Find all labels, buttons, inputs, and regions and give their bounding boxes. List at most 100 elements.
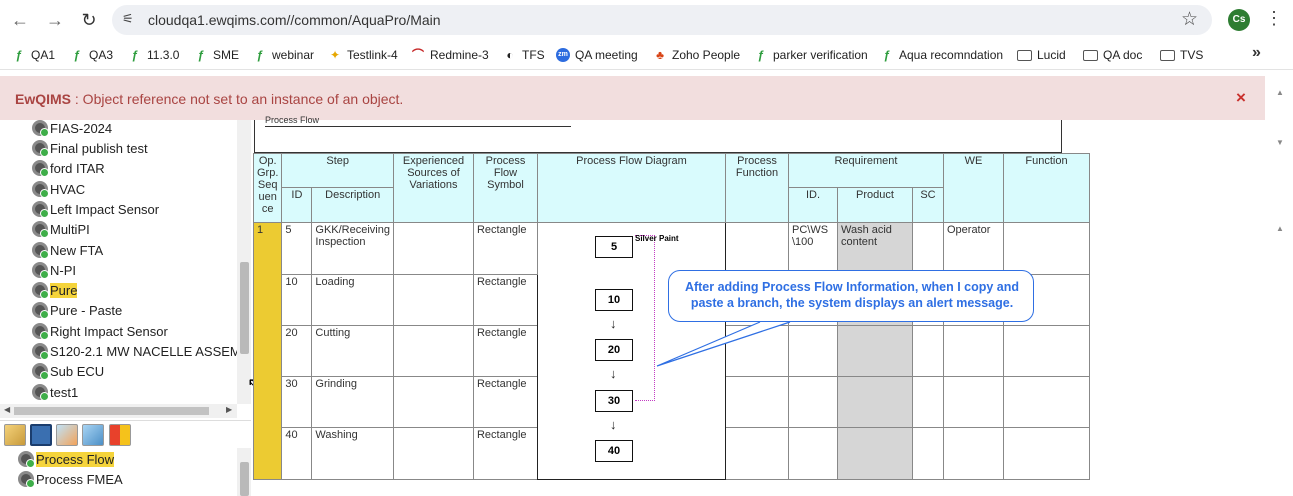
symbol-cell[interactable]: Rectangle bbox=[472, 427, 538, 480]
bookmark-sme[interactable]: ƒ SME bbox=[194, 46, 239, 64]
symbol-cell[interactable]: Rectangle bbox=[472, 274, 538, 326]
step-desc-cell[interactable]: Loading bbox=[311, 274, 394, 326]
sc-cell[interactable] bbox=[911, 427, 944, 480]
scroll-left-icon[interactable]: ◀ bbox=[4, 405, 10, 414]
step-id-cell[interactable]: 20 bbox=[281, 325, 313, 377]
step-desc-cell[interactable]: Cutting bbox=[311, 325, 394, 377]
product-cell[interactable] bbox=[836, 376, 913, 428]
tree-item[interactable]: test1 bbox=[32, 382, 78, 402]
copy-icon[interactable] bbox=[82, 424, 104, 446]
tree-horizontal-scrollbar[interactable]: ◀ ▶ bbox=[0, 404, 237, 418]
bookmark-webinar[interactable]: ƒ webinar bbox=[253, 46, 314, 64]
sc-cell[interactable] bbox=[911, 222, 944, 275]
req-id-cell[interactable] bbox=[787, 325, 838, 377]
flow-box[interactable]: 10 bbox=[595, 289, 633, 311]
close-icon[interactable]: × bbox=[1236, 88, 1246, 108]
step-id-cell[interactable]: 10 bbox=[281, 274, 313, 326]
module-list-scrollbar[interactable] bbox=[237, 448, 251, 496]
bookmark-redmine[interactable]: ⌒ Redmine-3 bbox=[411, 46, 489, 64]
req-id-cell[interactable] bbox=[787, 427, 838, 480]
bookmark-parker[interactable]: ƒ parker verification bbox=[754, 46, 868, 64]
bookmark-testlink[interactable]: ✦ Testlink-4 bbox=[328, 46, 398, 64]
flow-box[interactable]: 30 bbox=[595, 390, 633, 412]
product-cell[interactable]: Wash acid content bbox=[836, 222, 913, 275]
scroll-right-icon[interactable]: ▶ bbox=[226, 405, 232, 414]
tree-item[interactable]: S120-2.1 MW NACELLE ASSEMB bbox=[32, 341, 237, 361]
function-cell[interactable] bbox=[1002, 222, 1090, 275]
symbol-cell[interactable]: Rectangle bbox=[472, 325, 538, 377]
symbol-cell[interactable]: Rectangle bbox=[472, 222, 538, 275]
bookmark-tfs[interactable]: ◐ TFS bbox=[503, 46, 544, 64]
bookmark-zoho-people[interactable]: ♣ Zoho People bbox=[653, 46, 740, 64]
sc-cell[interactable] bbox=[911, 325, 944, 377]
process-function-cell[interactable] bbox=[724, 325, 789, 377]
process-function-cell[interactable] bbox=[724, 222, 789, 275]
scroll-up-icon[interactable]: ▲ bbox=[1276, 224, 1284, 233]
step-id-cell[interactable]: 5 bbox=[281, 222, 313, 275]
product-cell[interactable] bbox=[836, 427, 913, 480]
product-cell[interactable] bbox=[836, 325, 913, 377]
bookmark-star-icon[interactable]: ☆ bbox=[1181, 8, 1198, 31]
forward-arrow-icon[interactable]: → bbox=[45, 10, 65, 30]
bookmark-qa3[interactable]: ƒ QA3 bbox=[70, 46, 113, 64]
step-desc-cell[interactable]: GKK/Receiving Inspection bbox=[311, 222, 394, 275]
tree-item[interactable]: Sub ECU bbox=[32, 361, 104, 381]
variations-cell[interactable] bbox=[392, 376, 474, 428]
we-cell[interactable] bbox=[942, 325, 1004, 377]
page-scrollbar[interactable]: ▲ ▼ ▲ bbox=[1266, 82, 1293, 496]
scrollbar-thumb[interactable] bbox=[240, 462, 249, 496]
function-cell[interactable] bbox=[1002, 427, 1090, 480]
variations-cell[interactable] bbox=[392, 274, 474, 326]
we-cell[interactable] bbox=[942, 376, 1004, 428]
bookmark-qa-doc[interactable]: QA doc bbox=[1083, 46, 1142, 64]
edit-icon[interactable] bbox=[4, 424, 26, 446]
reload-icon[interactable]: ↻ bbox=[79, 10, 99, 30]
profile-avatar[interactable]: Cs bbox=[1228, 9, 1250, 31]
tree-item-selected[interactable]: Pure bbox=[32, 280, 78, 300]
tree-vertical-scrollbar[interactable] bbox=[237, 120, 251, 404]
chart-icon[interactable] bbox=[109, 424, 131, 446]
process-function-cell[interactable] bbox=[724, 376, 789, 428]
tree-item[interactable]: New FTA bbox=[32, 240, 103, 260]
bookmark-tvs[interactable]: TVS bbox=[1160, 46, 1203, 64]
flow-box[interactable]: 20 bbox=[595, 339, 633, 361]
more-bookmarks-icon[interactable]: » bbox=[1252, 44, 1261, 62]
process-function-cell[interactable] bbox=[724, 427, 789, 480]
bookmark-aqua[interactable]: ƒ Aqua recomndation bbox=[880, 46, 1003, 64]
seq-cell[interactable]: 1 bbox=[252, 222, 283, 480]
we-cell[interactable]: Operator bbox=[942, 222, 1004, 275]
step-id-cell[interactable]: 30 bbox=[281, 376, 313, 428]
scrollbar-thumb[interactable] bbox=[14, 407, 209, 415]
back-arrow-icon[interactable]: ← bbox=[10, 10, 30, 30]
step-id-cell[interactable]: 40 bbox=[281, 427, 313, 480]
tree-item[interactable]: FIAS-2024 bbox=[32, 120, 112, 138]
function-cell[interactable] bbox=[1002, 376, 1090, 428]
tree-item[interactable]: ford ITAR bbox=[32, 158, 105, 178]
variations-cell[interactable] bbox=[392, 427, 474, 480]
process-tree-icon[interactable] bbox=[30, 424, 52, 446]
variations-cell[interactable] bbox=[392, 325, 474, 377]
bookmark-1130[interactable]: ƒ 11.3.0 bbox=[128, 46, 180, 64]
function-cell[interactable] bbox=[1002, 325, 1090, 377]
document-icon[interactable] bbox=[56, 424, 78, 446]
symbol-cell[interactable]: Rectangle bbox=[472, 376, 538, 428]
address-bar[interactable]: ⚟ cloudqa1.ewqims.com//common/AquaPro/Ma… bbox=[112, 5, 1212, 35]
module-item-process-flow[interactable]: Process Flow bbox=[18, 449, 115, 469]
browser-menu-icon[interactable]: ⋮ bbox=[1265, 8, 1283, 29]
module-item-process-fmea[interactable]: Process FMEA bbox=[18, 469, 123, 489]
site-settings-icon[interactable]: ⚟ bbox=[122, 11, 134, 27]
flow-box[interactable]: 40 bbox=[595, 440, 633, 462]
we-cell[interactable] bbox=[942, 427, 1004, 480]
tree-item[interactable]: N-PI bbox=[32, 260, 76, 280]
step-desc-cell[interactable]: Washing bbox=[311, 427, 394, 480]
flow-box[interactable]: 5 bbox=[595, 236, 633, 258]
bookmark-qa-meeting[interactable]: zm QA meeting bbox=[556, 46, 638, 64]
tree-item[interactable]: Left Impact Sensor bbox=[32, 199, 159, 219]
req-id-cell[interactable] bbox=[787, 376, 838, 428]
scroll-down-icon[interactable]: ▼ bbox=[1276, 138, 1284, 147]
tree-item[interactable]: MultiPI bbox=[32, 219, 90, 239]
bookmark-qa1[interactable]: ƒ QA1 bbox=[12, 46, 55, 64]
tree-item[interactable]: HVAC bbox=[32, 179, 85, 199]
tree-item[interactable]: Pure - Paste bbox=[32, 300, 122, 320]
tree-item[interactable]: Final publish test bbox=[32, 138, 148, 158]
